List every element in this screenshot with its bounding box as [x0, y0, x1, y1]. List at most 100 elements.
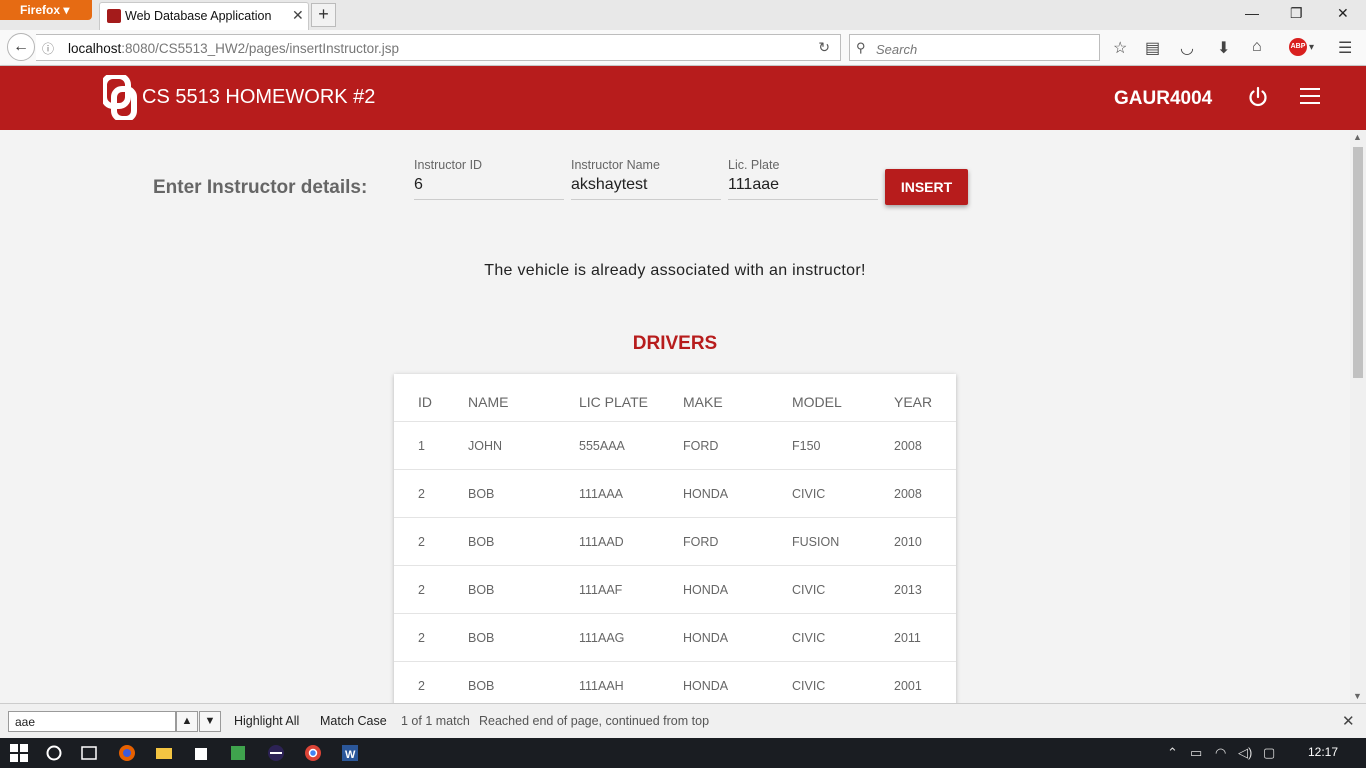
app-title: CS 5513 HOMEWORK #2	[142, 86, 376, 108]
lic-plate-field[interactable]: Lic. Plate 111aae	[728, 158, 878, 200]
svg-text:W: W	[345, 749, 356, 761]
column-header: LIC PLATE	[579, 394, 648, 410]
app-icon[interactable]	[229, 744, 247, 762]
column-header: MODEL	[792, 394, 842, 410]
clock[interactable]: 12:17	[1308, 745, 1338, 759]
lic-plate-input[interactable]: 111aae	[728, 176, 878, 200]
browser-tab[interactable]: Web Database Application ✕	[99, 2, 309, 30]
reload-icon[interactable]: ↻	[818, 39, 830, 56]
drivers-table: ID NAME LIC PLATE MAKE MODEL YEAR 1 JOHN…	[394, 374, 956, 703]
table-row: 1 JOHN 555AAA FORD F150 2008	[394, 422, 956, 470]
task-view-icon[interactable]	[80, 744, 98, 762]
chevron-down-icon[interactable]: ▾	[1309, 42, 1314, 53]
adblock-icon[interactable]: ABP	[1289, 38, 1307, 56]
table-cell: JOHN	[468, 439, 503, 453]
instructor-name-input[interactable]: akshaytest	[571, 176, 721, 200]
pocket-icon[interactable]: ◡	[1180, 38, 1194, 58]
table-cell: 2	[418, 679, 425, 693]
field-label: Instructor ID	[414, 158, 483, 172]
table-cell: FORD	[683, 535, 719, 549]
ou-logo-icon	[103, 75, 137, 120]
url-host: localhost	[68, 41, 122, 56]
table-cell: BOB	[468, 487, 495, 501]
url-bar[interactable]: ⓘ localhost:8080/CS5513_HW2/pages/insert…	[36, 34, 841, 61]
table-cell: HONDA	[683, 487, 729, 501]
table-cell: 111AAF	[579, 583, 623, 597]
table-cell: FORD	[683, 439, 719, 453]
table-cell: HONDA	[683, 679, 729, 693]
cortana-icon[interactable]	[45, 744, 63, 762]
firefox-menu-button[interactable]: Firefox ▾	[0, 0, 92, 20]
insert-button[interactable]: INSERT	[885, 169, 968, 205]
scrollbar-thumb[interactable]	[1353, 147, 1363, 378]
table-cell: FUSION	[792, 535, 840, 549]
match-count: 1 of 1 match	[401, 714, 470, 728]
eclipse-icon[interactable]	[267, 744, 285, 762]
table-header-row: ID NAME LIC PLATE MAKE MODEL YEAR	[394, 374, 956, 422]
download-icon[interactable]: ⬇	[1217, 38, 1230, 58]
wifi-icon[interactable]: ◠	[1215, 745, 1226, 761]
table-row: 2 BOB 111AAA HONDA CIVIC 2008	[394, 470, 956, 518]
column-header: MAKE	[683, 394, 723, 410]
restore-icon[interactable]: ❐	[1290, 5, 1303, 22]
show-hidden-icons-icon[interactable]: ⌃	[1167, 745, 1178, 761]
word-icon[interactable]: W	[341, 744, 359, 762]
table-cell: HONDA	[683, 583, 729, 597]
windows-start-icon[interactable]	[10, 744, 28, 762]
scroll-down-icon[interactable]: ▼	[1353, 691, 1362, 701]
column-header: ID	[418, 394, 432, 410]
scroll-up-icon[interactable]: ▲	[1353, 132, 1362, 142]
column-header: YEAR	[894, 394, 933, 410]
menu-icon[interactable]: ☰	[1338, 38, 1352, 58]
highlight-all-toggle[interactable]: Highlight All	[234, 714, 299, 728]
table-cell: F150	[792, 439, 821, 453]
table-cell: 111AAG	[579, 631, 625, 645]
close-window-icon[interactable]: ✕	[1337, 5, 1349, 22]
back-button[interactable]: ←	[7, 33, 35, 61]
match-case-toggle[interactable]: Match Case	[320, 714, 387, 728]
favicon-icon	[107, 9, 121, 23]
table-cell: 2	[418, 487, 425, 501]
instructor-id-input[interactable]: 6	[414, 176, 564, 200]
action-center-icon[interactable]: ▢	[1263, 745, 1275, 761]
table-cell: BOB	[468, 679, 495, 693]
table-cell: 2013	[894, 583, 922, 597]
table-cell: BOB	[468, 583, 495, 597]
info-icon[interactable]: ⓘ	[42, 40, 54, 57]
minimize-icon[interactable]: —	[1245, 5, 1259, 21]
field-label: Lic. Plate	[728, 158, 780, 172]
battery-icon[interactable]: ▭	[1190, 745, 1202, 761]
url-path: :8080/CS5513_HW2/pages/insertInstructor.…	[121, 41, 399, 56]
find-previous-button[interactable]: ▲	[176, 711, 198, 732]
bookmark-star-icon[interactable]: ☆	[1113, 38, 1127, 58]
table-cell: 2008	[894, 487, 922, 501]
table-cell: BOB	[468, 631, 495, 645]
table-cell: 2010	[894, 535, 922, 549]
status-message: The vehicle is already associated with a…	[484, 262, 866, 279]
firefox-taskbar-icon[interactable]	[118, 744, 136, 762]
table-cell: 2	[418, 631, 425, 645]
search-input[interactable]: ⚲ Search	[849, 34, 1100, 61]
volume-icon[interactable]: ◁)	[1238, 745, 1252, 761]
find-next-button[interactable]: ▼	[199, 711, 221, 732]
search-placeholder: Search	[876, 42, 918, 57]
close-find-bar-icon[interactable]: ✕	[1342, 712, 1355, 730]
app-header: CS 5513 HOMEWORK #2 GAUR4004	[0, 66, 1366, 130]
find-input[interactable]: aae	[8, 711, 176, 732]
table-cell: 2	[418, 583, 425, 597]
home-icon[interactable]: ⌂	[1252, 38, 1262, 56]
instructor-name-field[interactable]: Instructor Name akshaytest	[571, 158, 721, 200]
store-icon[interactable]	[192, 744, 210, 762]
new-tab-button[interactable]: +	[311, 3, 336, 27]
table-cell: 111AAA	[579, 487, 624, 501]
url-text: localhost:8080/CS5513_HW2/pages/insertIn…	[68, 41, 399, 56]
tab-title: Web Database Application	[125, 9, 272, 23]
chrome-icon[interactable]	[304, 744, 322, 762]
file-explorer-icon[interactable]	[155, 744, 173, 762]
power-icon[interactable]	[1247, 86, 1269, 108]
hamburger-menu-icon[interactable]	[1300, 88, 1320, 106]
reading-list-icon[interactable]: ▤	[1145, 38, 1160, 58]
page-scrollbar[interactable]: ▲ ▼	[1350, 130, 1366, 703]
close-tab-icon[interactable]: ✕	[292, 7, 304, 24]
instructor-id-field[interactable]: Instructor ID 6	[414, 158, 564, 200]
